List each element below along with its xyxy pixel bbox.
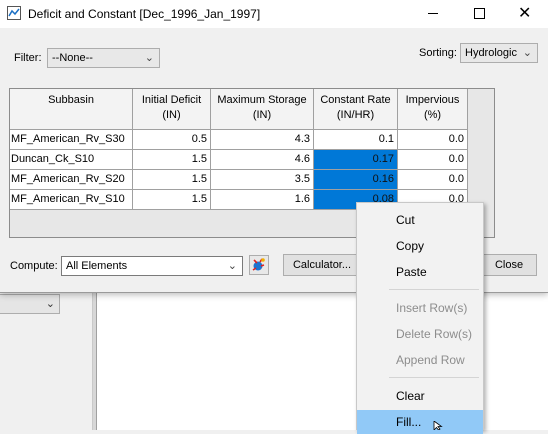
title-bar: Deficit and Constant [Dec_1996_Jan_1997]…: [0, 0, 548, 28]
calculator-button[interactable]: Calculator...: [283, 254, 361, 276]
compute-run-button[interactable]: [249, 255, 269, 275]
impervious-cell[interactable]: 0.0: [398, 150, 468, 170]
maximize-icon: [474, 8, 485, 19]
menu-item-cut[interactable]: Cut: [357, 208, 483, 232]
compute-icon: [252, 258, 265, 271]
initial-deficit-cell[interactable]: 1.5: [133, 170, 211, 190]
sorting-value: Hydrologic: [465, 47, 517, 59]
subbasin-cell[interactable]: MF_American_Rv_S10: [10, 190, 133, 210]
chevron-down-icon: ⌄: [522, 47, 532, 59]
window-title: Deficit and Constant [Dec_1996_Jan_1997]: [28, 7, 261, 21]
close-button[interactable]: Close: [481, 254, 537, 276]
close-window-button[interactable]: ✕: [502, 0, 548, 28]
maximize-button[interactable]: [456, 0, 502, 28]
column-header-initial-deficit[interactable]: Initial Deficit (IN): [133, 89, 211, 130]
maximum-storage-cell[interactable]: 4.6: [211, 150, 314, 170]
menu-item-copy[interactable]: Copy: [357, 234, 483, 258]
minimize-icon: [428, 13, 438, 14]
constant-rate-cell-selected[interactable]: 0.16: [314, 170, 398, 190]
constant-rate-cell-selected[interactable]: 0.17: [314, 150, 398, 170]
minimize-button[interactable]: [410, 0, 456, 28]
compute-label: Compute:: [10, 260, 58, 272]
menu-item-clear[interactable]: Clear: [357, 384, 483, 408]
app-icon: [7, 6, 21, 20]
initial-deficit-cell[interactable]: 0.5: [133, 130, 211, 150]
subbasin-cell[interactable]: Duncan_Ck_S10: [10, 150, 133, 170]
menu-separator: [389, 289, 479, 290]
column-header-subbasin[interactable]: Subbasin: [10, 89, 133, 130]
mouse-cursor-icon: [433, 421, 443, 430]
subbasin-cell[interactable]: MF_American_Rv_S30: [10, 130, 133, 150]
initial-deficit-cell[interactable]: 1.5: [133, 190, 211, 210]
menu-item-append-row[interactable]: Append Row: [357, 348, 483, 372]
impervious-cell[interactable]: 0.0: [398, 130, 468, 150]
column-header-maximum-storage[interactable]: Maximum Storage (IN): [211, 89, 314, 130]
chevron-down-icon: ⌄: [144, 52, 154, 64]
constant-rate-cell[interactable]: 0.1: [314, 130, 398, 150]
column-header-constant-rate[interactable]: Constant Rate (IN/HR): [314, 89, 398, 130]
filter-label: Filter:: [14, 52, 42, 64]
filter-select[interactable]: --None-- ⌄: [47, 48, 160, 68]
chevron-down-icon: ⌄: [45, 298, 55, 310]
chevron-down-icon: ⌄: [227, 260, 237, 272]
compute-value: All Elements: [66, 260, 128, 272]
menu-item-fill[interactable]: Fill...: [357, 410, 483, 434]
impervious-cell[interactable]: 0.0: [398, 170, 468, 190]
menu-item-paste[interactable]: Paste: [357, 260, 483, 284]
initial-deficit-cell[interactable]: 1.5: [133, 150, 211, 170]
maximum-storage-cell[interactable]: 3.5: [211, 170, 314, 190]
column-header-impervious[interactable]: Impervious (%): [398, 89, 468, 130]
maximum-storage-cell[interactable]: 4.3: [211, 130, 314, 150]
close-icon: ✕: [518, 5, 532, 22]
sorting-label: Sorting:: [419, 47, 457, 59]
menu-item-delete-rows[interactable]: Delete Row(s): [357, 322, 483, 346]
context-menu: Cut Copy Paste Insert Row(s) Delete Row(…: [356, 202, 484, 434]
subbasin-cell[interactable]: MF_American_Rv_S20: [10, 170, 133, 190]
background-dropdown[interactable]: ⌄: [0, 294, 60, 314]
menu-item-insert-rows[interactable]: Insert Row(s): [357, 296, 483, 320]
maximum-storage-cell[interactable]: 1.6: [211, 190, 314, 210]
filter-value: --None--: [52, 52, 93, 64]
menu-separator: [389, 377, 479, 378]
sorting-select[interactable]: Hydrologic ⌄: [460, 43, 538, 63]
compute-select[interactable]: All Elements ⌄: [61, 256, 243, 276]
